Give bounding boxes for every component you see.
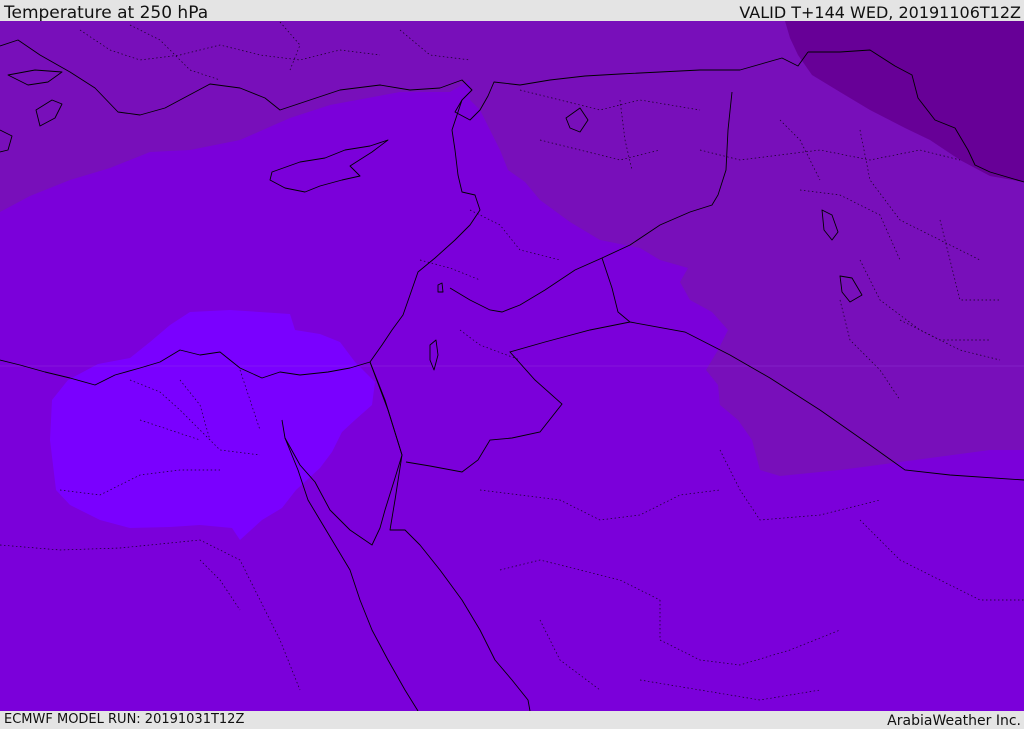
credit-label: ArabiaWeather Inc. xyxy=(887,713,1021,729)
footer-bar: ECMWF MODEL RUN: 20191031T12Z ArabiaWeat… xyxy=(0,711,1024,729)
model-run-label: ECMWF MODEL RUN: 20191031T12Z xyxy=(4,712,245,727)
title-bar: Temperature at 250 hPa VALID T+144 WED, … xyxy=(0,0,1024,23)
map-title: Temperature at 250 hPa xyxy=(4,3,209,23)
temperature-map[interactable] xyxy=(0,21,1024,711)
valid-time: VALID T+144 WED, 20191106T12Z xyxy=(739,3,1021,22)
